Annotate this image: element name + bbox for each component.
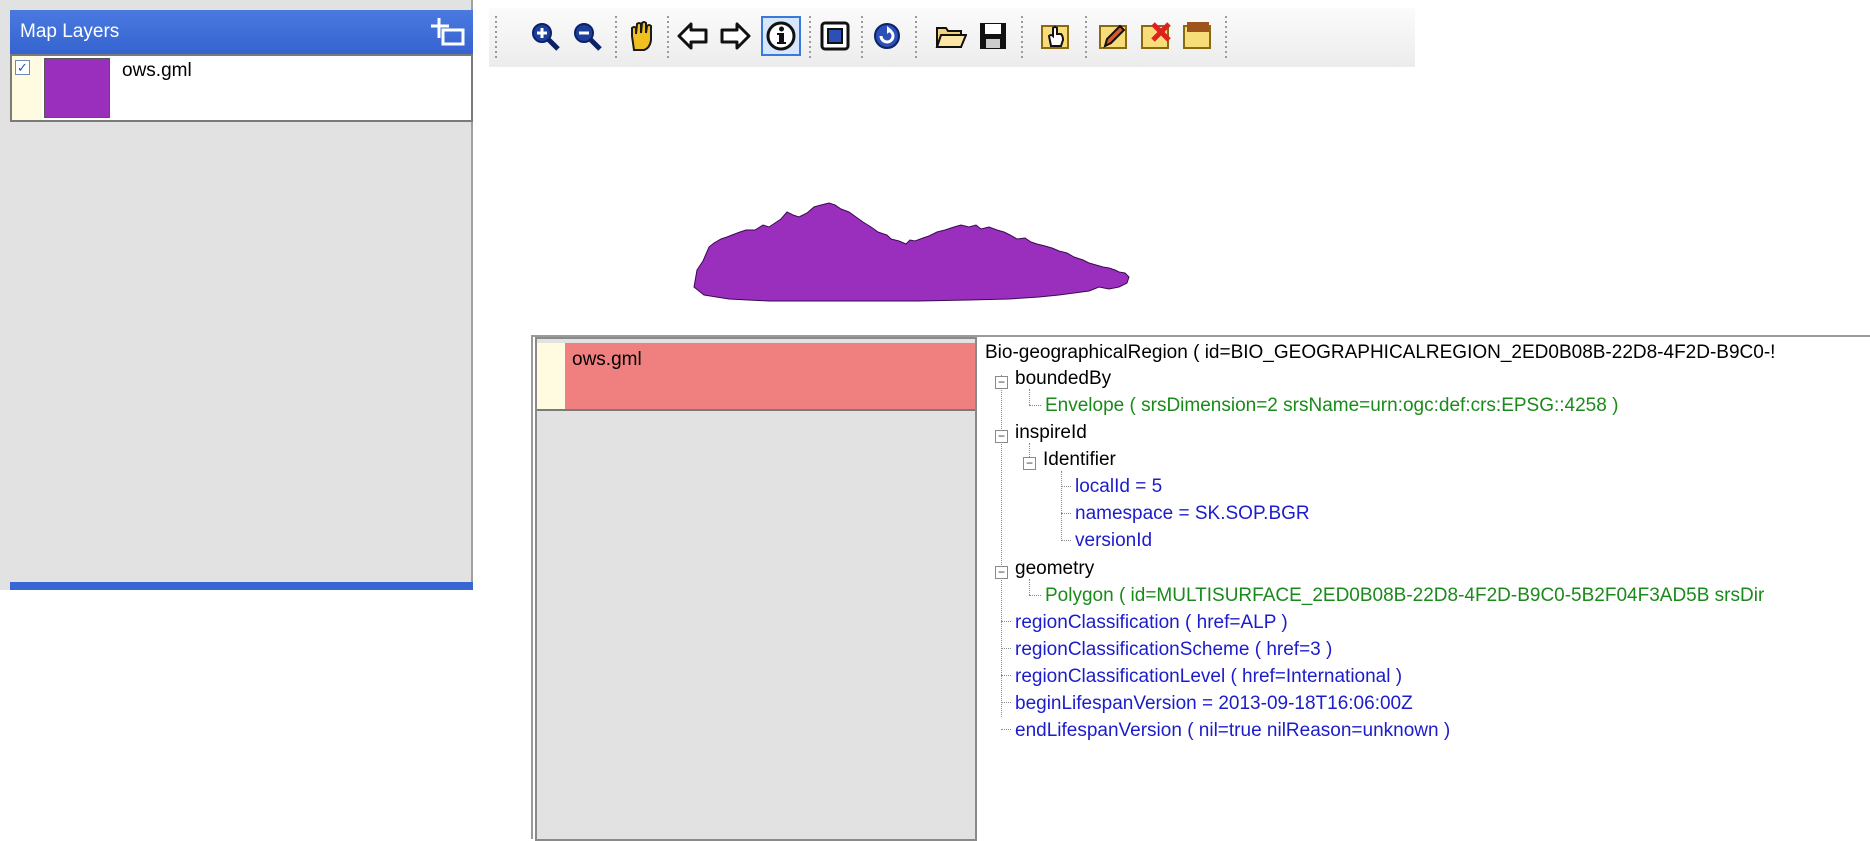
feature-info-popup: ows.gml Bio-geographicalRegion ( id=BIO_… (531, 335, 1870, 841)
zoom-in-icon (532, 23, 560, 51)
collapse-toggle[interactable]: − (1023, 457, 1036, 470)
region-polygon[interactable] (693, 202, 1130, 302)
layer-name: ows.gml (122, 60, 192, 81)
refresh-icon (874, 23, 900, 49)
info-icon (766, 21, 796, 51)
tree-node-namespace[interactable]: namespace = SK.SOP.BGR (1075, 502, 1310, 526)
map-toolbar (489, 8, 1415, 67)
collapse-toggle[interactable]: − (995, 566, 1008, 579)
back-button[interactable] (673, 16, 713, 56)
layers-panel-footer (10, 582, 473, 590)
tree-node-polygon[interactable]: Polygon ( id=MULTISURFACE_2ED0B08B-22D8-… (1045, 584, 1764, 608)
info-button[interactable] (761, 16, 801, 56)
toolbar-grip (495, 16, 497, 58)
tree-node-geometry[interactable]: geometry (1015, 557, 1094, 581)
tree-node-identifier[interactable]: Identifier (1043, 448, 1116, 472)
zoom-in-button[interactable] (525, 16, 565, 56)
zoom-extent-icon (820, 21, 850, 51)
popup-layer-list: ows.gml (535, 337, 977, 841)
popup-layer-item[interactable]: ows.gml (537, 343, 975, 411)
edit-pencil-icon (1099, 24, 1127, 49)
map-layers-title: Map Layers (20, 21, 120, 42)
layer-list-item[interactable]: ✓ ows.gml (10, 54, 473, 122)
tree-node-localid[interactable]: localId = 5 (1075, 475, 1162, 499)
edit-button[interactable] (1093, 16, 1133, 56)
zoom-out-icon (574, 23, 602, 51)
collapse-toggle[interactable]: − (995, 376, 1008, 389)
zoom-extent-button[interactable] (815, 16, 855, 56)
tree-node-region-classification-level[interactable]: regionClassificationLevel ( href=Interna… (1015, 665, 1402, 689)
tree-node-envelope[interactable]: Envelope ( srsDimension=2 srsName=urn:og… (1045, 394, 1618, 418)
tree-node-versionid[interactable]: versionId (1075, 529, 1152, 553)
layer-visibility-checkbox[interactable]: ✓ (15, 60, 30, 75)
collapse-toggle[interactable]: − (995, 430, 1008, 443)
layer-color-swatch (44, 58, 110, 118)
tree-node-inspireid[interactable]: inspireId (1015, 421, 1087, 445)
select-layer-button[interactable] (1035, 16, 1075, 56)
zoom-out-button[interactable] (567, 16, 607, 56)
select-layer-icon (1041, 25, 1069, 49)
save-disk-icon (980, 23, 1006, 49)
open-button[interactable] (931, 16, 971, 56)
tree-node-region-classification-scheme[interactable]: regionClassificationScheme ( href=3 ) (1015, 638, 1332, 662)
add-layer-icon[interactable] (431, 16, 465, 48)
refresh-button[interactable] (867, 16, 907, 56)
delete-layer-icon (1141, 22, 1171, 49)
edit-badge-icon (1183, 22, 1211, 49)
tree-node-boundedby[interactable]: boundedBy (1015, 367, 1111, 391)
forward-button[interactable] (715, 16, 755, 56)
popup-layer-name: ows.gml (572, 349, 642, 370)
open-folder-icon (935, 27, 967, 48)
tree-node-end-lifespan[interactable]: endLifespanVersion ( nil=true nilReason=… (1015, 719, 1450, 743)
pan-hand-icon (631, 21, 652, 51)
save-button[interactable] (973, 16, 1013, 56)
tree-root-node[interactable]: Bio-geographicalRegion ( id=BIO_GEOGRAPH… (985, 341, 1775, 365)
edit-mode-button[interactable] (1177, 16, 1217, 56)
delete-button[interactable] (1135, 16, 1175, 56)
tree-node-region-classification[interactable]: regionClassification ( href=ALP ) (1015, 611, 1288, 635)
map-layers-header: Map Layers (10, 10, 473, 54)
map-layers-panel: Map Layers ✓ ows.gml (0, 0, 473, 590)
forward-arrow-icon (720, 22, 751, 50)
pan-button[interactable] (621, 16, 661, 56)
back-arrow-icon (677, 22, 708, 50)
tree-node-begin-lifespan[interactable]: beginLifespanVersion = 2013-09-18T16:06:… (1015, 692, 1413, 716)
attribute-tree: Bio-geographicalRegion ( id=BIO_GEOGRAPH… (985, 337, 1870, 841)
